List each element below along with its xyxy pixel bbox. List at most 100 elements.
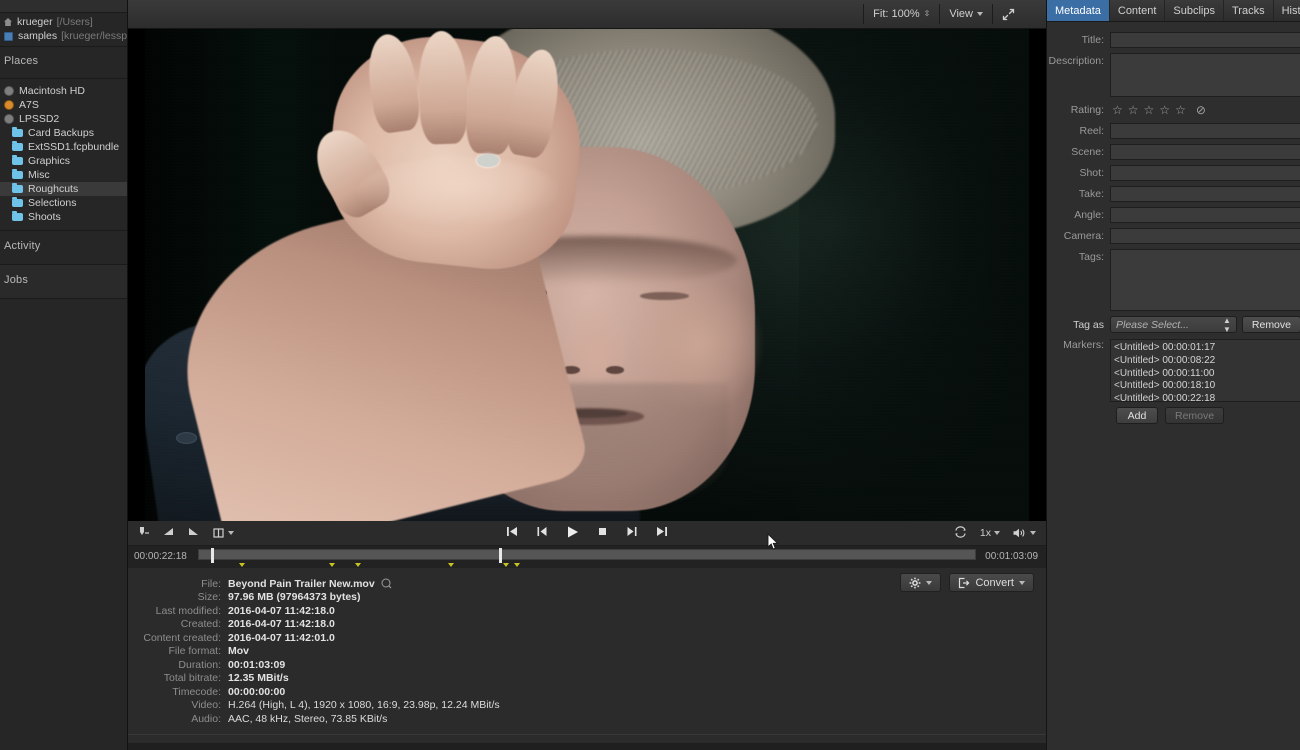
tab-metadata[interactable]: Metadata: [1047, 0, 1110, 21]
marker-time: 00:00:11:00: [1162, 367, 1215, 379]
sidebar-item-krueger[interactable]: krueger [/Users]: [0, 15, 127, 29]
no-rating-icon[interactable]: ⊘: [1196, 104, 1206, 116]
shot-input[interactable]: [1110, 165, 1300, 181]
timeline-marker[interactable]: [329, 563, 336, 567]
fullscreen-button[interactable]: [992, 4, 1024, 24]
export-box-icon: [959, 577, 970, 588]
star-icon[interactable]: ☆: [1175, 104, 1186, 116]
tab-label: Histogram: [1281, 4, 1300, 17]
in-point-handle[interactable]: [210, 548, 214, 563]
remove-marker-label: Remove: [1175, 409, 1215, 422]
sidebar-item-card-backups[interactable]: Card Backups: [0, 126, 127, 140]
camera-input[interactable]: [1110, 228, 1300, 244]
description-input[interactable]: [1110, 53, 1300, 97]
sidebar-item-extssd1-fcpbundle[interactable]: ExtSSD1.fcpbundle: [0, 140, 127, 154]
in-point-icon[interactable]: [162, 526, 175, 541]
out-point-icon[interactable]: [187, 526, 200, 541]
sidebar-header-activity[interactable]: Activity: [0, 238, 127, 255]
sidebar-item-macintosh-hd[interactable]: Macintosh HD: [0, 84, 127, 98]
settings-dropdown-button[interactable]: [900, 573, 942, 592]
stepper-icon: ⇳: [923, 9, 931, 18]
loop-button[interactable]: [953, 525, 968, 541]
tab-histogram[interactable]: Histogram: [1274, 0, 1300, 21]
tags-input[interactable]: [1110, 249, 1300, 311]
file-info-value: 2016-04-07 11:42:18.0: [228, 604, 335, 617]
volume-dropdown[interactable]: [1012, 527, 1036, 539]
total-timecode: 00:01:03:09: [985, 551, 1038, 562]
magnifier-icon[interactable]: [381, 578, 392, 589]
sidebar-item-misc[interactable]: Misc: [0, 168, 127, 182]
field-label: Tags:: [1078, 251, 1104, 263]
sidebar-section-activity: Activity: [0, 231, 127, 265]
skip-to-end-button[interactable]: [655, 525, 669, 541]
sidebar-item-a7s[interactable]: A7S: [0, 98, 127, 112]
timeline-marker[interactable]: [239, 563, 246, 567]
scrubber-bar[interactable]: 00:00:22:18 00:01:03:09: [128, 546, 1046, 568]
mark-in-icon[interactable]: [137, 526, 150, 541]
step-forward-button[interactable]: [625, 525, 639, 541]
view-dropdown[interactable]: View: [939, 4, 992, 24]
playhead[interactable]: [498, 548, 502, 563]
timeline-marker[interactable]: [448, 563, 455, 567]
chevron-down-icon: [1019, 580, 1025, 585]
tag-as-select[interactable]: Please Select... ▲ ▼: [1110, 316, 1237, 334]
add-marker-button[interactable]: Add: [1116, 407, 1158, 424]
file-info-value: 00:00:00:00: [228, 685, 286, 698]
timeline-marker[interactable]: [514, 563, 521, 567]
file-info-row: Content created: 2016-04-07 11:42:01.0: [128, 631, 1046, 645]
step-back-button[interactable]: [535, 525, 549, 541]
take-input[interactable]: [1110, 186, 1300, 202]
left-sidebar: krueger [/Users] samples [krueger/lesspa…: [0, 0, 128, 750]
sidebar-item-roughcuts[interactable]: Roughcuts: [0, 182, 127, 196]
skip-to-start-button[interactable]: [505, 525, 519, 541]
tab-subclips[interactable]: Subclips: [1165, 0, 1224, 21]
scene-input[interactable]: [1110, 144, 1300, 160]
tab-tracks[interactable]: Tracks: [1224, 0, 1274, 21]
sidebar-item-lpssd2[interactable]: LPSSD2: [0, 112, 127, 126]
star-icon[interactable]: ☆: [1112, 104, 1123, 116]
timeline-marker[interactable]: [503, 563, 510, 567]
marker-list-item[interactable]: <Untitled> 00:00:01:17: [1114, 342, 1297, 355]
field-label: Description:: [1048, 55, 1104, 67]
view-label: View: [949, 8, 973, 20]
star-icon[interactable]: ☆: [1128, 104, 1139, 116]
scrubber-track[interactable]: [198, 548, 976, 567]
tab-content[interactable]: Content: [1110, 0, 1166, 21]
remove-marker-button[interactable]: Remove: [1165, 407, 1225, 424]
video-preview[interactable]: [145, 29, 1029, 521]
reel-input[interactable]: [1110, 123, 1300, 139]
sidebar-item-samples[interactable]: samples [krueger/lesspain]: [0, 29, 128, 43]
file-info-panel: File: Beyond Pain Trailer New.mov Size: …: [128, 568, 1046, 743]
playback-speed-dropdown[interactable]: 1x: [980, 528, 1000, 539]
sidebar-item-graphics[interactable]: Graphics: [0, 154, 127, 168]
sidebar-item-path: [krueger/lesspain]: [61, 30, 128, 42]
markers-list[interactable]: <Untitled> 00:00:01:17 <Untitled> 00:00:…: [1110, 339, 1300, 402]
field-title: Title:: [1047, 32, 1300, 48]
angle-input[interactable]: [1110, 207, 1300, 223]
marker-list-item[interactable]: <Untitled> 00:00:18:10: [1114, 380, 1297, 393]
marker-list-item[interactable]: <Untitled> 00:00:08:22: [1114, 355, 1297, 368]
star-icon[interactable]: ☆: [1144, 104, 1155, 116]
stop-button[interactable]: [596, 525, 609, 541]
file-info-row: Timecode: 00:00:00:00: [128, 685, 1046, 699]
fit-zoom-dropdown[interactable]: Fit: 100% ⇳: [863, 4, 939, 24]
marker-name: <Untitled>: [1114, 354, 1160, 366]
sidebar-item-selections[interactable]: Selections: [0, 196, 127, 210]
sidebar-item-shoots[interactable]: Shoots: [0, 210, 127, 224]
marker-list-item[interactable]: <Untitled> 00:00:22:18: [1114, 393, 1297, 401]
video-grain-overlay: [145, 29, 1029, 521]
marker-list-item[interactable]: <Untitled> 00:00:11:00: [1114, 368, 1297, 381]
tag-as-selected-value: Please Select...: [1116, 318, 1189, 331]
folder-icon: [12, 127, 23, 137]
play-button[interactable]: [565, 525, 580, 542]
convert-dropdown-button[interactable]: Convert: [949, 573, 1034, 592]
range-marker-dropdown[interactable]: [212, 527, 234, 539]
star-icon[interactable]: ☆: [1159, 104, 1170, 116]
field-shot: Shot:: [1047, 165, 1300, 181]
timeline-marker[interactable]: [354, 563, 361, 567]
tag-remove-button[interactable]: Remove: [1241, 316, 1300, 333]
title-input[interactable]: [1110, 32, 1300, 48]
sidebar-item-label: Graphics: [28, 155, 71, 167]
sidebar-header-jobs[interactable]: Jobs: [0, 272, 127, 289]
folder-icon: [12, 183, 23, 193]
